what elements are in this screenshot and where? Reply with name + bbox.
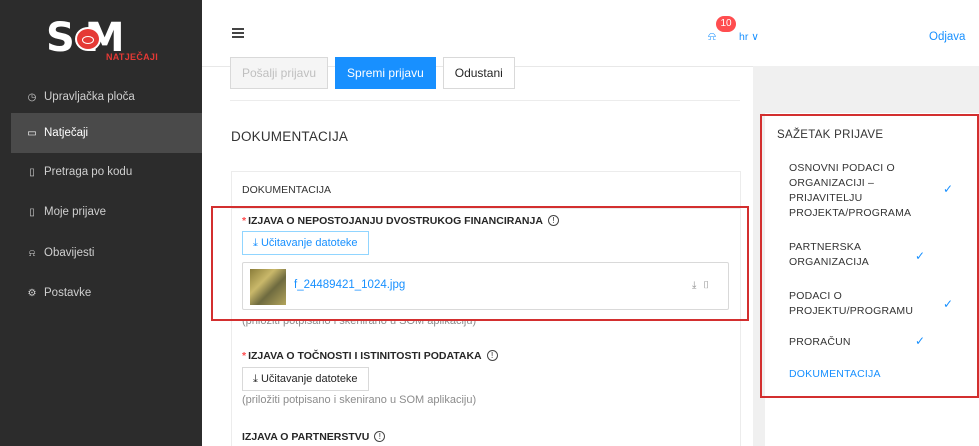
notification-badge: 10 [716, 16, 736, 32]
check-icon: ✓ [943, 182, 954, 196]
document-icon: ▯ [29, 206, 35, 218]
file-actions: ⤓▯ [692, 280, 716, 291]
check-icon: ✓ [915, 334, 926, 348]
sidebar-item-dashboard[interactable]: ◷ Upravljačka ploča [0, 77, 202, 117]
sidebar-item-label: Natječaji [44, 127, 89, 139]
section-title: DOKUMENTACIJA [231, 129, 349, 144]
sidebar-item-obavijesti[interactable]: ⍾ Obavijesti [0, 233, 202, 273]
logout-link[interactable]: Odjava [929, 31, 965, 43]
file-thumbnail [250, 269, 286, 305]
sidebar-item-label: Moje prijave [44, 206, 106, 218]
field-label-double-financing: * IZJAVA O NEPOSTOJANJU DVOSTRUKOG FINANC… [242, 215, 559, 227]
field-label-partnership: IZJAVA O PARTNERSTVU! [242, 431, 386, 443]
sidebar-item-label: Pretraga po kodu [44, 166, 133, 178]
summary-panel: SAŽETAK PRIJAVE OSNOVNI PODACI O ORGANIZ… [765, 113, 979, 446]
uploaded-file-row: f_24489421_1024.jpg ⤓▯ [242, 262, 729, 310]
dashboard-icon: ◷ [27, 91, 37, 103]
info-icon[interactable]: ! [547, 215, 559, 226]
field-hint: (priložiti potpisano i skenirano u SOM a… [242, 394, 477, 406]
required-asterisk: * [242, 350, 247, 362]
logo-subtitle: NATJEČAJI [106, 52, 159, 62]
delete-icon[interactable]: ▯ [702, 280, 716, 291]
bell-icon: ⍾ [28, 247, 36, 259]
sidebar-item-label: Upravljačka ploča [44, 91, 135, 103]
main-content: Pošalji prijavu Spremi prijavu Odustani … [202, 57, 753, 446]
som-logo[interactable]: S M NATJEČAJI [42, 16, 172, 62]
sidebar-item-moje-prijave[interactable]: ▯ Moje prijave [0, 192, 202, 232]
field-label-accuracy: * IZJAVA O TOČNOSTI I ISTINITOSTI PODATAK… [242, 350, 498, 362]
action-buttons: Pošalji prijavu Spremi prijavu Odustani [230, 57, 515, 89]
summary-item-documentation[interactable]: DOKUMENTACIJA [789, 367, 939, 382]
sidebar-item-postavke[interactable]: ⚙ Postavke [0, 273, 202, 313]
info-icon[interactable]: ! [374, 431, 386, 442]
file-icon: ▯ [29, 166, 35, 178]
check-icon: ✓ [915, 249, 926, 263]
summary-title: SAŽETAK PRIJAVE [777, 129, 884, 141]
gear-icon: ⚙ [27, 287, 37, 299]
sidebar-item-pretraga[interactable]: ▯ Pretraga po kodu [0, 152, 202, 192]
info-icon[interactable]: ! [486, 350, 498, 361]
notification-bell-icon[interactable]: ⍾ [708, 29, 716, 44]
sidebar-item-natjecaji[interactable]: ▭ Natječaji [11, 113, 202, 153]
menu-toggle-icon[interactable] [232, 28, 244, 38]
upload-button[interactable]: ⤓ Učitavanje datoteke [242, 231, 369, 255]
save-application-button[interactable]: Spremi prijavu [335, 57, 436, 89]
download-icon[interactable]: ⤓ [692, 280, 702, 291]
submit-application-button[interactable]: Pošalji prijavu [230, 57, 329, 89]
sidebar: S M NATJEČAJI ◷ Upravljačka ploča ▭ Natj… [0, 0, 202, 446]
upload-icon: ⤓ [253, 373, 258, 385]
check-icon: ✓ [943, 297, 954, 311]
file-name-link[interactable]: f_24489421_1024.jpg [294, 279, 405, 291]
sidebar-item-label: Obavijesti [44, 247, 95, 259]
card-title: DOKUMENTACIJA [232, 172, 740, 209]
cancel-button[interactable]: Odustani [442, 57, 515, 89]
summary-item-partner[interactable]: PARTNERSKA ORGANIZACIJA [789, 240, 909, 270]
upload-icon: ⤓ [253, 237, 258, 249]
folder-icon: ▭ [27, 127, 37, 139]
summary-item-basic-info[interactable]: OSNOVNI PODACI O ORGANIZACIJI – PRIJAVIT… [789, 161, 939, 221]
summary-item-project[interactable]: PODACI O PROJEKTU/PROGRAMU [789, 289, 919, 319]
divider [230, 100, 740, 101]
required-asterisk: * [242, 215, 247, 227]
language-selector[interactable]: hr ∨ [739, 31, 759, 43]
upload-button[interactable]: ⤓ Učitavanje datoteke [242, 367, 369, 391]
fish-logo-icon [75, 27, 101, 51]
sidebar-item-label: Postavke [44, 287, 92, 299]
